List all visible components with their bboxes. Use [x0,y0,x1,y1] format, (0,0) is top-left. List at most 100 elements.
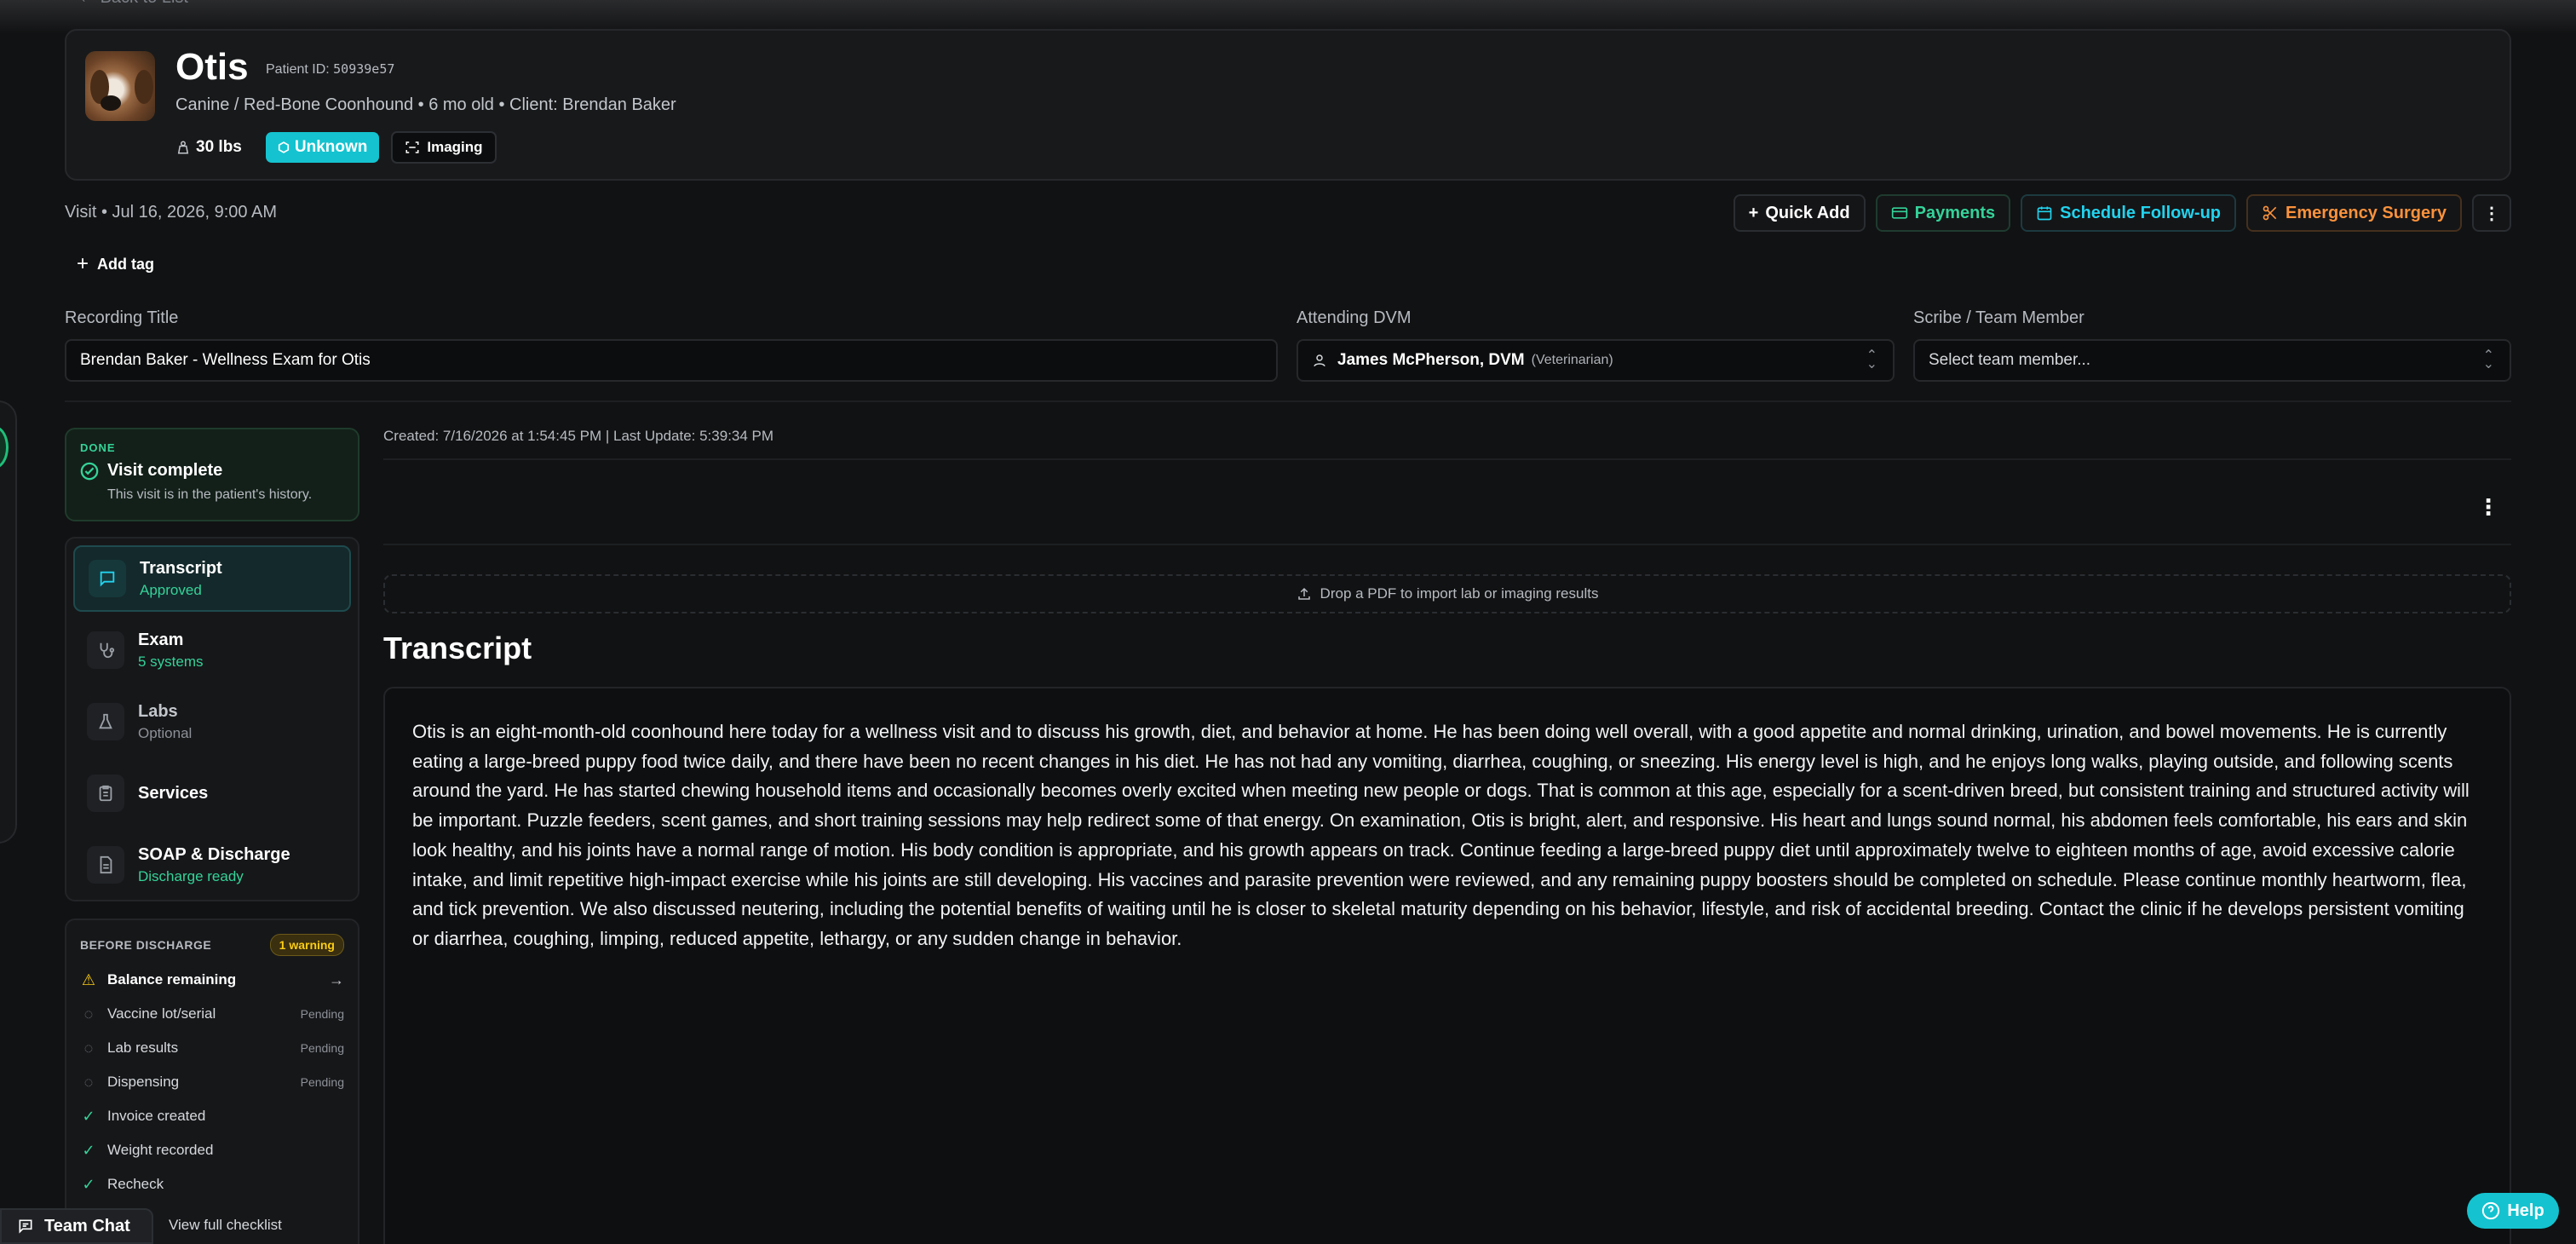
schedule-follow-up-button[interactable]: Schedule Follow-up [2021,194,2237,232]
attending-dvm-select[interactable]: James McPherson, DVM (Veterinarian) ⌃ ⌄ [1297,339,1895,382]
recording-title-input[interactable]: Brendan Baker - Wellness Exam for Otis [65,339,1278,382]
patient-header-card: Otis Patient ID: 50939e57 Canine / Red-B… [65,29,2511,181]
nav-item-sub: Optional [138,724,193,741]
transcript-panel: Otis is an eight-month-old coonhound her… [383,687,2511,1244]
file-text-icon [87,846,124,884]
chevron-up-down-icon: ⌃ ⌄ [1866,348,1877,371]
pending-circle-icon: ◌ [83,1073,94,1091]
check-circle-icon: ✓ [82,1141,95,1159]
checklist-item-lab-results[interactable]: ◌ Lab results Pending [80,1031,344,1065]
check-circle-icon: ✓ [82,1175,95,1193]
weight-value: 30 lbs [196,138,242,156]
patient-name: Otis [175,46,249,88]
imaging-badge[interactable]: Imaging [391,131,497,164]
status-badge-label: Unknown [294,138,368,156]
checklist-item-dispensing[interactable]: ◌ Dispensing Pending [80,1065,344,1099]
checklist-item-vaccine[interactable]: ◌ Vaccine lot/serial Pending [80,997,344,1031]
checklist-item-recheck[interactable]: ✓ Recheck [80,1167,344,1201]
nav-item-labs[interactable]: Labs Optional [73,688,351,755]
pending-circle-icon: ◌ [83,1005,94,1022]
message-square-icon [89,560,126,597]
schedule-follow-up-label: Schedule Follow-up [2060,203,2222,222]
payments-button[interactable]: Payments [1875,194,2011,232]
scan-icon [405,141,419,153]
warning-icon: ⚠ [81,970,96,988]
nav-item-transcript[interactable]: Transcript Approved [73,545,351,612]
status-badge[interactable]: Unknown [265,132,380,163]
chat-icon [19,1219,32,1234]
nav-item-sub: 5 systems [138,653,204,670]
upload-icon [1297,587,1310,600]
team-chat-button[interactable]: Team Chat [0,1208,153,1244]
calendar-icon [2037,206,2052,221]
user-icon [1314,354,1325,367]
patient-avatar [85,51,155,121]
visit-status-tag: DONE [80,441,116,454]
nav-item-services[interactable]: Services [73,760,351,826]
warning-badge: 1 warning [269,934,344,956]
stethoscope-icon [87,631,124,669]
emergency-surgery-button[interactable]: Emergency Surgery [2246,194,2462,232]
divider [383,458,2511,460]
nav-item-label: Transcript [140,558,222,578]
checklist-item-label: Balance remaining [107,971,237,988]
kebab-icon: ⋮ [2483,204,2500,223]
nav-item-label: Services [138,783,209,803]
checklist-title: BEFORE DISCHARGE [80,938,212,952]
clipboard-icon [87,775,124,812]
back-link[interactable]: ← Back to List [78,0,188,8]
checklist-item-label: Lab results [107,1040,179,1056]
checklist-item-label: Recheck [107,1176,164,1192]
divider [383,544,2511,545]
scribe-placeholder: Select team member... [1929,351,2091,369]
nav-item-label: Exam [138,630,184,649]
recording-title-label: Recording Title [65,308,179,327]
workflow-nav: Transcript Approved Exam 5 systems Labs … [65,537,359,901]
patient-id: Patient ID: 50939e57 [266,61,394,78]
checklist-item-label: Vaccine lot/serial [107,1005,216,1022]
action-toolbar: + Quick Add Payments Schedule Follow-up … [1733,194,2511,232]
hexagon-icon [278,141,289,153]
patient-badges: 30 lbs Unknown Imaging [175,131,497,164]
checklist-item-status: Pending [300,1007,344,1021]
patient-subtitle: Canine / Red-Bone Coonhound • 6 mo old •… [175,95,676,114]
transcript-text: Otis is an eight-month-old coonhound her… [412,721,2470,949]
weight-badge: 30 lbs [175,138,242,157]
checklist-item-label: Weight recorded [107,1142,214,1158]
add-tag-button[interactable]: + Add tag [77,252,154,276]
chevron-up-down-icon: ⌃ ⌄ [2482,348,2494,371]
divider [65,400,2511,402]
checklist-item-label: Dispensing [107,1074,180,1090]
visit-status-title: Visit complete [107,461,223,480]
help-label: Help [2507,1201,2544,1220]
pdf-drop-zone-label: Drop a PDF to import lab or imaging resu… [1320,585,1599,602]
checklist-item-weight[interactable]: ✓ Weight recorded [80,1133,344,1167]
check-circle-icon: ✓ [82,1107,95,1125]
attending-dvm-value: James McPherson, DVM [1337,351,1525,369]
more-actions-button[interactable]: ⋮ [2472,194,2511,232]
visit-status-title-row: Visit complete [80,461,344,481]
kebab-icon[interactable]: ⋮ [2477,494,2499,521]
checklist-item-invoice[interactable]: ✓ Invoice created [80,1099,344,1133]
flask-icon [87,703,124,740]
help-button[interactable]: Help [2467,1193,2559,1229]
nav-item-label: Labs [138,701,178,721]
discharge-checklist: BEFORE DISCHARGE 1 warning ⚠ Balance rem… [65,919,359,1244]
visit-status-card: DONE Visit complete This visit is in the… [65,428,359,521]
checklist-item-status: Pending [300,1075,344,1089]
attending-dvm-label: Attending DVM [1297,308,1412,327]
help-circle-icon [2482,1201,2500,1220]
quick-add-button[interactable]: + Quick Add [1733,194,1866,232]
back-link-label: Back to List [101,0,188,7]
scribe-select[interactable]: Select team member... ⌃ ⌄ [1913,339,2511,382]
checklist-item-balance[interactable]: ⚠ Balance remaining → [80,963,344,997]
view-full-checklist-link[interactable]: View full checklist [169,1217,282,1234]
nav-item-soap-discharge[interactable]: SOAP & Discharge Discharge ready [73,832,351,898]
patient-id-value: 50939e57 [333,61,395,77]
visit-status-subtitle: This visit is in the patient's history. [107,487,313,502]
quick-add-label: Quick Add [1765,203,1850,222]
nav-item-exam[interactable]: Exam 5 systems [73,617,351,683]
pdf-drop-zone[interactable]: Drop a PDF to import lab or imaging resu… [383,574,2511,613]
arrow-right-icon: → [329,970,344,988]
weight-icon [177,141,189,154]
